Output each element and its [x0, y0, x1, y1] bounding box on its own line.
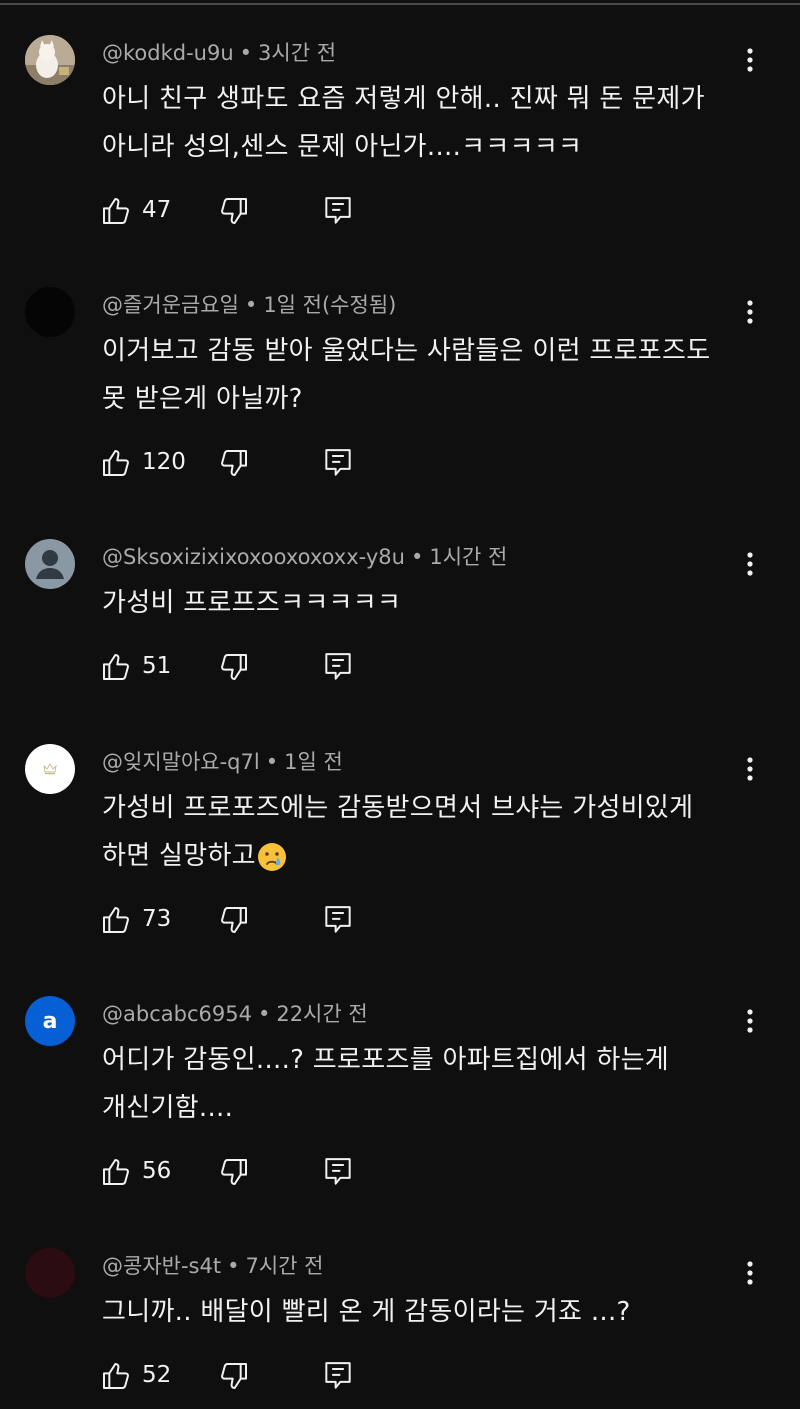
dislike-button[interactable] [218, 1156, 252, 1190]
avatar[interactable] [25, 744, 75, 794]
reply-button[interactable] [324, 1156, 354, 1190]
like-count: 47 [142, 197, 172, 223]
like-count: 51 [142, 653, 172, 679]
like-button[interactable] [100, 195, 134, 229]
more-options-button[interactable] [738, 297, 762, 327]
comment-time[interactable]: 7시간 전 [245, 1254, 323, 1278]
more-options-button[interactable] [738, 1258, 762, 1288]
comment-author[interactable]: @잊지말아요-q7l [102, 750, 260, 774]
like-count: 52 [142, 1362, 172, 1388]
comment-time[interactable]: 1일 전(수정됨) [263, 293, 396, 317]
dislike-button[interactable] [218, 904, 252, 938]
thumbs-up-icon [103, 907, 129, 933]
like-count: 120 [142, 449, 186, 475]
comment-text: 이거보고 감동 받아 울었다는 사람들은 이런 프로포즈도 못 받은게 아닐까? [102, 336, 711, 414]
reply-comment-icon [325, 653, 351, 680]
like-count: 73 [142, 906, 172, 932]
reply-button[interactable] [324, 904, 354, 938]
comment-meta: @abcabc6954 • 22시간 전 [102, 1002, 368, 1026]
thumbs-down-icon [221, 198, 247, 224]
thumbs-down-icon [221, 654, 247, 680]
comment-meta: @콩자반-s4t • 7시간 전 [102, 1254, 324, 1278]
comment-time[interactable]: 22시간 전 [276, 1002, 367, 1026]
default-person-icon [36, 550, 64, 579]
more-vertical-icon [747, 48, 753, 72]
top-divider [0, 3, 800, 5]
comment-text: 가성비 프로포즈에는 감동받으면서 브샤는 가성비있게 하면 실망하고 [102, 793, 694, 873]
reply-comment-icon [325, 1362, 351, 1389]
comment-text: 어디가 감동인....? 프로포즈를 아파트집에서 하는게 개신기함.... [102, 1045, 670, 1123]
comment-actions: 73 [100, 904, 360, 944]
dislike-button[interactable] [218, 651, 252, 685]
thumbs-up-icon [103, 654, 129, 680]
thumbs-down-icon [221, 907, 247, 933]
thumbs-up-icon [103, 1363, 129, 1389]
more-vertical-icon [747, 757, 753, 781]
comment-meta: @즐거운금요일 • 1일 전(수정됨) [102, 293, 397, 317]
like-button[interactable] [100, 904, 134, 938]
comment-actions: 120 [100, 447, 360, 487]
more-vertical-icon [747, 552, 753, 576]
thumbs-up-icon [103, 450, 129, 476]
comment-actions: 52 [100, 1360, 360, 1400]
more-vertical-icon [747, 1009, 753, 1033]
comment-author[interactable]: @Sksoxizixixoxooxoxoxx-y8u [102, 545, 405, 569]
comment-actions: 56 [100, 1156, 360, 1196]
thumbs-down-icon [221, 1363, 247, 1389]
crying-face-icon [256, 841, 288, 873]
more-options-button[interactable] [738, 1006, 762, 1036]
comment-actions: 47 [100, 195, 360, 235]
reply-button[interactable] [324, 1360, 354, 1394]
comment-text: 그니까.. 배달이 빨리 온 게 감동이라는 거죠 ...? [102, 1297, 631, 1327]
comment-author[interactable]: @즐거운금요일 [102, 293, 239, 317]
avatar[interactable] [25, 1248, 75, 1298]
more-options-button[interactable] [738, 549, 762, 579]
comment-time[interactable]: 1일 전 [284, 750, 343, 774]
more-vertical-icon [747, 300, 753, 324]
like-button[interactable] [100, 1156, 134, 1190]
comment-actions: 51 [100, 651, 360, 691]
thumbs-up-icon [103, 198, 129, 224]
comment-author[interactable]: @콩자반-s4t [102, 1254, 221, 1278]
reply-comment-icon [325, 1158, 351, 1185]
like-count: 56 [142, 1158, 172, 1184]
dislike-button[interactable] [218, 195, 252, 229]
cat-avatar-image [25, 35, 75, 85]
comment-meta: @잊지말아요-q7l • 1일 전 [102, 750, 343, 774]
crown-logo-icon [43, 763, 57, 775]
avatar[interactable]: a [25, 996, 75, 1046]
more-vertical-icon [747, 1261, 753, 1285]
more-options-button[interactable] [738, 45, 762, 75]
reply-button[interactable] [324, 447, 354, 481]
comment-time[interactable]: 3시간 전 [258, 41, 336, 65]
avatar-letter: a [42, 1008, 58, 1034]
comment-author[interactable]: @abcabc6954 [102, 1002, 252, 1026]
avatar[interactable] [25, 35, 75, 85]
comment-meta: @kodkd-u9u • 3시간 전 [102, 41, 337, 65]
more-options-button[interactable] [738, 754, 762, 784]
comment-author[interactable]: @kodkd-u9u [102, 41, 234, 65]
like-button[interactable] [100, 447, 134, 481]
reply-comment-icon [325, 197, 351, 224]
dislike-button[interactable] [218, 1360, 252, 1394]
like-button[interactable] [100, 651, 134, 685]
thumbs-up-icon [103, 1159, 129, 1185]
comment-meta: @Sksoxizixixoxooxoxoxx-y8u • 1시간 전 [102, 545, 508, 569]
avatar[interactable] [25, 287, 75, 337]
avatar[interactable] [25, 539, 75, 589]
comment-text: 가성비 프로프즈ㅋㅋㅋㅋㅋ [102, 588, 402, 618]
reply-comment-icon [325, 906, 351, 933]
thumbs-down-icon [221, 450, 247, 476]
dislike-button[interactable] [218, 447, 252, 481]
reply-button[interactable] [324, 195, 354, 229]
like-button[interactable] [100, 1360, 134, 1394]
comment-time[interactable]: 1시간 전 [429, 545, 507, 569]
comment-text: 아니 친구 생파도 요즘 저렇게 안해.. 진짜 뭐 돈 문제가 아니라 성의,… [102, 84, 705, 162]
reply-button[interactable] [324, 651, 354, 685]
thumbs-down-icon [221, 1159, 247, 1185]
reply-comment-icon [325, 449, 351, 476]
